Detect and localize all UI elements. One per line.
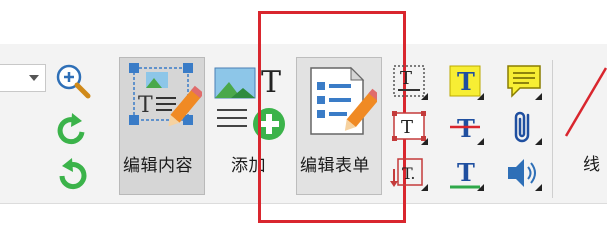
underline-text-button[interactable]: T [446, 153, 486, 193]
svg-text:T: T [457, 67, 475, 96]
text-box-button[interactable]: T [390, 62, 430, 102]
text-small-button[interactable]: T. [390, 153, 430, 193]
svg-text:T: T [400, 68, 412, 89]
sound-button[interactable] [504, 153, 544, 193]
highlight-box [258, 11, 406, 223]
svg-text:T.: T. [402, 164, 415, 183]
line-icon[interactable] [560, 62, 607, 140]
svg-text:T: T [401, 117, 413, 138]
chevron-down-icon [29, 75, 39, 81]
dropdown-indicator [477, 93, 484, 100]
rotate-counterclockwise-icon[interactable] [52, 156, 92, 196]
rotate-clockwise-icon[interactable] [52, 110, 92, 150]
dropdown-indicator [535, 138, 542, 145]
zoom-level-select[interactable] [0, 64, 46, 92]
dropdown-indicator [477, 184, 484, 191]
edit-content-button[interactable]: T 编辑内容 [119, 57, 205, 195]
strikeout-text-button[interactable]: T [446, 107, 486, 147]
svg-text:T: T [138, 93, 153, 118]
attachment-button[interactable] [504, 107, 544, 147]
dropdown-indicator [535, 93, 542, 100]
dropdown-indicator [477, 138, 484, 145]
highlight-text-button[interactable]: T [446, 62, 486, 102]
separator [552, 60, 553, 198]
edit-content-label: 编辑内容 [123, 156, 193, 176]
comment-note-button[interactable] [504, 62, 544, 102]
zoom-in-icon[interactable] [54, 62, 94, 102]
svg-text:T: T [457, 114, 475, 143]
edit-content-icon: T [124, 60, 205, 140]
dropdown-indicator [421, 93, 428, 100]
svg-text:T: T [457, 158, 475, 187]
dropdown-indicator [421, 184, 428, 191]
dropdown-indicator [535, 184, 542, 191]
line-label[interactable]: 线 [583, 150, 601, 175]
text-field-button[interactable]: T [390, 107, 430, 147]
dropdown-indicator [421, 138, 428, 145]
